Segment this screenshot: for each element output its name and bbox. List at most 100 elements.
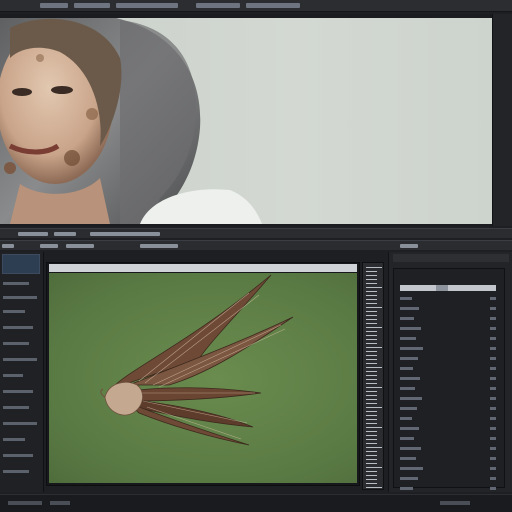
timeline-ruler[interactable] (362, 262, 384, 490)
outliner-item[interactable] (400, 317, 414, 320)
outliner-item-value (490, 337, 496, 340)
list-item[interactable] (3, 438, 25, 441)
timeline-tick (366, 295, 377, 296)
outliner-item[interactable] (400, 347, 423, 350)
outliner-item-value (490, 357, 496, 360)
timeline-tick (366, 303, 377, 304)
timeline-tick (366, 483, 377, 484)
outliner-item[interactable] (400, 467, 423, 470)
toolbar-item[interactable] (140, 244, 178, 248)
menu-item-window[interactable] (196, 3, 240, 8)
timeline-tick (366, 399, 377, 400)
outliner-item[interactable] (400, 407, 417, 410)
outliner-item-value (490, 377, 496, 380)
outliner-item[interactable] (400, 297, 412, 300)
outliner-item-value (490, 437, 496, 440)
timeline-tick (366, 419, 377, 420)
outliner-item[interactable] (400, 377, 420, 380)
toolbar-item[interactable] (54, 232, 76, 236)
toolbar-item[interactable] (66, 244, 94, 248)
outliner-item-value (490, 347, 496, 350)
outliner-item-value (490, 477, 496, 480)
outliner-item[interactable] (400, 397, 422, 400)
list-item[interactable] (3, 342, 29, 345)
timeline-tick (366, 423, 377, 424)
outliner-item-value (490, 297, 496, 300)
model-viewport[interactable] (46, 262, 360, 486)
outliner-item-value (490, 367, 496, 370)
list-item[interactable] (3, 310, 25, 313)
timeline-tick (366, 311, 377, 312)
outliner-item[interactable] (400, 427, 419, 430)
menu-item-edit[interactable] (74, 3, 110, 8)
toolbar-item[interactable] (18, 232, 48, 236)
timeline-tick (366, 379, 377, 380)
timeline-tick (366, 327, 382, 328)
timeline-tick (366, 367, 382, 368)
list-item[interactable] (3, 422, 37, 425)
timeline-tick (366, 467, 382, 468)
list-item[interactable] (3, 374, 23, 377)
selected-row[interactable] (400, 285, 496, 291)
list-item[interactable] (3, 406, 29, 409)
outliner-item-value (490, 447, 496, 450)
timeline-tick (366, 371, 377, 372)
timeline-tick (366, 443, 377, 444)
toolbar-item[interactable] (2, 244, 14, 248)
outliner-item[interactable] (400, 487, 413, 490)
toolbar-item[interactable] (400, 244, 418, 248)
tool-shelf (0, 252, 44, 492)
timeline-tick (366, 287, 382, 288)
viewport-toolbar (0, 228, 512, 238)
viewport-canvas[interactable] (49, 273, 357, 483)
list-item[interactable] (3, 296, 37, 299)
list-item[interactable] (3, 326, 33, 329)
timeline-tick (366, 331, 377, 332)
list-item[interactable] (3, 470, 29, 473)
outliner-item-value (490, 467, 496, 470)
timeline-tick (366, 411, 377, 412)
toolbar-item[interactable] (90, 232, 160, 236)
menu-item-help[interactable] (246, 3, 300, 8)
timeline-tick (366, 427, 382, 428)
list-item[interactable] (3, 282, 29, 285)
render-viewport[interactable] (0, 14, 512, 226)
toolbar-item[interactable] (40, 244, 58, 248)
outliner-item[interactable] (400, 327, 421, 330)
outliner-item[interactable] (400, 307, 419, 310)
timeline-tick (366, 271, 377, 272)
timeline-tick (366, 383, 377, 384)
outliner-item[interactable] (400, 457, 416, 460)
outliner-item[interactable] (400, 417, 412, 420)
list-item[interactable] (3, 454, 33, 457)
timeline-tick (366, 299, 377, 300)
outliner-item[interactable] (400, 477, 418, 480)
thumbnail-preview[interactable] (2, 254, 40, 274)
list-item[interactable] (3, 358, 37, 361)
timeline-tick (366, 267, 382, 268)
outliner-item[interactable] (400, 447, 421, 450)
list-item[interactable] (3, 390, 33, 393)
outliner-header[interactable] (393, 254, 509, 262)
outliner-item[interactable] (400, 387, 415, 390)
timeline-tick (366, 435, 377, 436)
outliner-item[interactable] (400, 367, 413, 370)
timeline-tick (366, 455, 377, 456)
timeline-tick (366, 463, 377, 464)
outliner-item-value (490, 487, 496, 490)
timeline-tick (366, 359, 377, 360)
checkbox-icon[interactable] (436, 285, 448, 291)
outliner-item[interactable] (400, 437, 414, 440)
timeline-tick (366, 335, 377, 336)
status-item (440, 501, 470, 505)
timeline-tick (366, 279, 377, 280)
outliner-item[interactable] (400, 357, 418, 360)
timeline-tick (366, 431, 377, 432)
menu-item-render[interactable] (116, 3, 178, 8)
timeline-tick (366, 315, 377, 316)
timeline-tick (366, 403, 377, 404)
outliner-item-value (490, 457, 496, 460)
menu-item-file[interactable] (40, 3, 68, 8)
viewport-header[interactable] (49, 264, 357, 272)
outliner-item[interactable] (400, 337, 416, 340)
